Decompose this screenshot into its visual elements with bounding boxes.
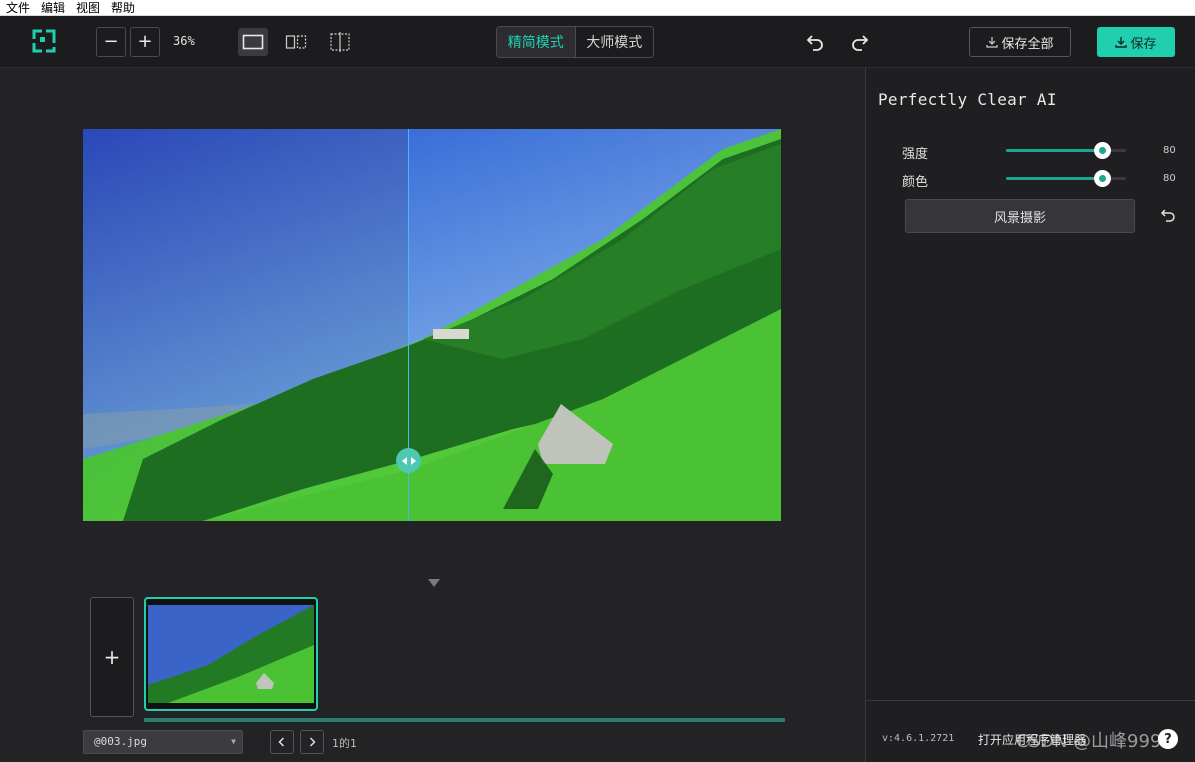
color-slider-fill (1006, 177, 1102, 180)
collapse-arrow-icon[interactable] (427, 578, 441, 588)
zoom-out-label: − (103, 31, 119, 52)
chevron-right-icon (309, 737, 316, 747)
panel-footer: v:4.6.1.2721 打开应用程序管理器 CSDN @山峰999 ? (866, 700, 1195, 762)
crop-view-icon (330, 32, 350, 52)
zoom-out-button[interactable]: − (96, 27, 126, 57)
strength-value: 80 (1163, 145, 1176, 156)
prev-image-button[interactable] (270, 730, 294, 754)
download-icon (1115, 37, 1128, 48)
page-info: 1的1 (332, 737, 357, 750)
undo-icon (806, 35, 823, 51)
panel-title: Perfectly Clear AI (878, 90, 1057, 109)
split-view-button[interactable] (281, 28, 311, 56)
download-icon (986, 37, 999, 48)
menu-bar: 文件 编辑 视图 帮助 (0, 0, 1195, 16)
file-select[interactable]: @003.jpg ▼ (83, 730, 243, 754)
compare-handle[interactable] (396, 448, 421, 473)
toolbar: − + 36% 精简模式 大师模式 保存全部 保存 (0, 16, 1195, 68)
color-slider[interactable] (1006, 170, 1126, 187)
single-view-icon (242, 34, 264, 50)
save-all-label: 保存全部 (1001, 36, 1054, 52)
preview-photo[interactable] (83, 129, 781, 521)
save-label: 保存 (1130, 36, 1157, 52)
add-image-button[interactable]: + (90, 597, 134, 717)
reset-icon (1160, 209, 1175, 222)
help-label: ? (1164, 731, 1172, 747)
color-label: 颜色 (902, 175, 929, 190)
redo-icon (852, 35, 869, 51)
menu-view[interactable]: 视图 (76, 0, 100, 16)
crop-view-button[interactable] (325, 28, 355, 56)
zoom-in-button[interactable]: + (130, 27, 160, 57)
thumbnail-photo (148, 605, 314, 703)
image-thumbnail[interactable] (144, 597, 318, 711)
app-logo-icon (32, 29, 56, 53)
filmstrip-scrollbar[interactable] (144, 718, 785, 722)
color-value: 80 (1163, 173, 1176, 184)
mode-switch: 精简模式 大师模式 (496, 26, 654, 58)
undo-button[interactable] (803, 30, 827, 54)
drag-handle-icon (401, 456, 416, 465)
color-slider-knob[interactable] (1094, 170, 1111, 187)
version-text: v:4.6.1.2721 (882, 733, 955, 744)
watermark: CSDN @山峰999 (1016, 731, 1162, 752)
preset-button[interactable]: 风景摄影 (905, 199, 1135, 233)
single-view-button[interactable] (238, 28, 268, 56)
canvas-area: + @003.jpg ▼ 1的1 (0, 68, 865, 762)
help-button[interactable]: ? (1158, 729, 1178, 749)
strength-slider-knob[interactable] (1094, 142, 1111, 159)
zoom-in-label: + (137, 31, 153, 52)
preset-label: 风景摄影 (993, 210, 1046, 226)
next-image-button[interactable] (300, 730, 324, 754)
mode-simple-tab[interactable]: 精简模式 (497, 27, 576, 57)
menu-edit[interactable]: 编辑 (41, 0, 65, 16)
file-select-value: @003.jpg (94, 735, 147, 748)
strength-slider[interactable] (1006, 142, 1126, 159)
redo-button[interactable] (848, 30, 872, 54)
save-button[interactable]: 保存 (1097, 27, 1175, 57)
zoom-level: 36% (173, 34, 195, 48)
menu-file[interactable]: 文件 (6, 0, 30, 16)
split-view-icon (285, 35, 307, 49)
chevron-left-icon (278, 737, 285, 747)
strength-slider-fill (1006, 149, 1102, 152)
add-image-label: + (103, 645, 121, 669)
dropdown-caret-icon: ▼ (231, 737, 236, 746)
save-all-button[interactable]: 保存全部 (969, 27, 1071, 57)
strength-label: 强度 (902, 147, 929, 162)
menu-help[interactable]: 帮助 (111, 0, 135, 16)
adjustment-panel: Perfectly Clear AI 强度 80 颜色 80 风景摄影 v:4.… (865, 68, 1195, 762)
mode-master-tab[interactable]: 大师模式 (576, 27, 654, 57)
reset-button[interactable] (1158, 206, 1178, 226)
